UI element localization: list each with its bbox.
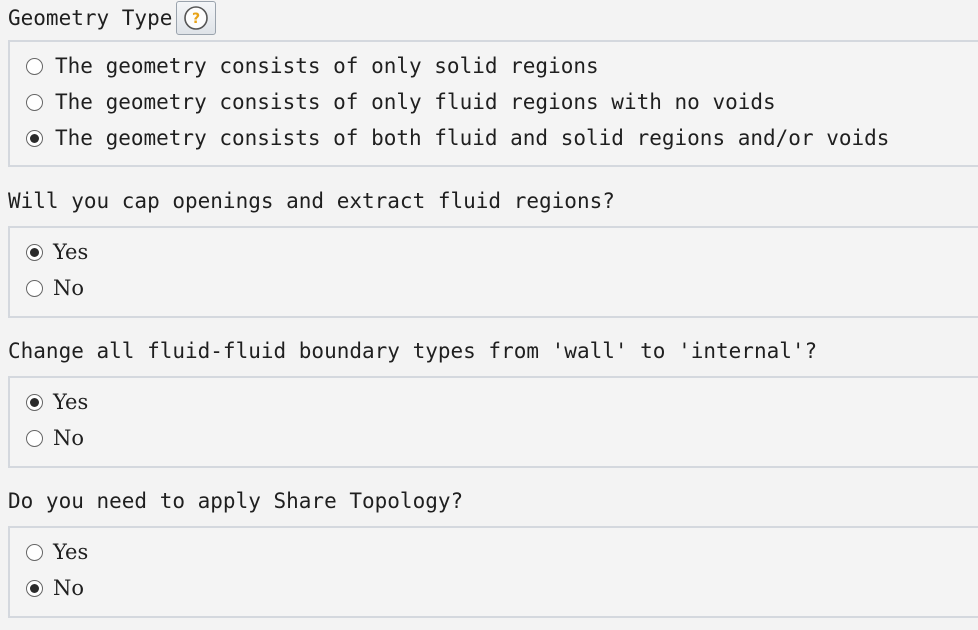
option-label: No — [53, 576, 85, 600]
option-label: The geometry consists of only solid regi… — [55, 54, 599, 78]
radio-dot — [30, 397, 39, 407]
option-label: No — [53, 276, 85, 300]
radio-button-selected[interactable] — [26, 393, 43, 411]
cap-openings-yes[interactable]: Yes — [26, 237, 88, 267]
svg-text:?: ? — [192, 11, 200, 27]
geometry-option-solid[interactable]: The geometry consists of only solid regi… — [26, 51, 599, 81]
geometry-type-heading: Geometry Type ? — [8, 0, 217, 36]
geometry-type-group: The geometry consists of only solid regi… — [8, 40, 978, 167]
change-boundary-group: Yes No — [8, 376, 978, 468]
radio-button[interactable] — [26, 429, 43, 447]
geometry-type-title: Geometry Type — [8, 6, 173, 30]
share-topology-question: Do you need to apply Share Topology? — [8, 489, 464, 513]
share-topology-yes[interactable]: Yes — [26, 537, 88, 567]
question-mark-circle-icon: ? — [184, 6, 209, 30]
geometry-option-fluid[interactable]: The geometry consists of only fluid regi… — [26, 87, 776, 117]
option-label: The geometry consists of only fluid regi… — [55, 90, 776, 114]
option-label: Yes — [53, 540, 89, 564]
radio-button-selected[interactable] — [26, 579, 43, 597]
radio-dot — [30, 583, 39, 593]
change-boundary-yes[interactable]: Yes — [26, 387, 88, 417]
radio-dot — [30, 247, 39, 257]
workflow-form: Geometry Type ? The geometry consists of… — [0, 0, 978, 630]
option-label: Yes — [53, 390, 89, 414]
cap-openings-no[interactable]: No — [26, 273, 84, 303]
geometry-option-fluid-solid-voids[interactable]: The geometry consists of both fluid and … — [26, 123, 889, 153]
change-boundary-no[interactable]: No — [26, 423, 84, 453]
radio-button[interactable] — [26, 57, 43, 75]
radio-button[interactable] — [26, 543, 43, 561]
help-button[interactable]: ? — [176, 1, 217, 35]
share-topology-group: Yes No — [8, 526, 978, 618]
cap-openings-question: Will you cap openings and extract fluid … — [8, 189, 615, 213]
radio-button[interactable] — [26, 93, 43, 111]
option-label: No — [53, 426, 85, 450]
cap-openings-group: Yes No — [8, 226, 978, 318]
radio-dot — [30, 133, 39, 143]
share-topology-no[interactable]: No — [26, 573, 84, 603]
radio-button-selected[interactable] — [26, 243, 43, 261]
option-label: Yes — [53, 240, 89, 264]
option-label: The geometry consists of both fluid and … — [55, 126, 890, 150]
radio-button[interactable] — [26, 279, 43, 297]
radio-button-selected[interactable] — [26, 129, 43, 147]
change-boundary-question: Change all fluid-fluid boundary types fr… — [8, 339, 818, 363]
